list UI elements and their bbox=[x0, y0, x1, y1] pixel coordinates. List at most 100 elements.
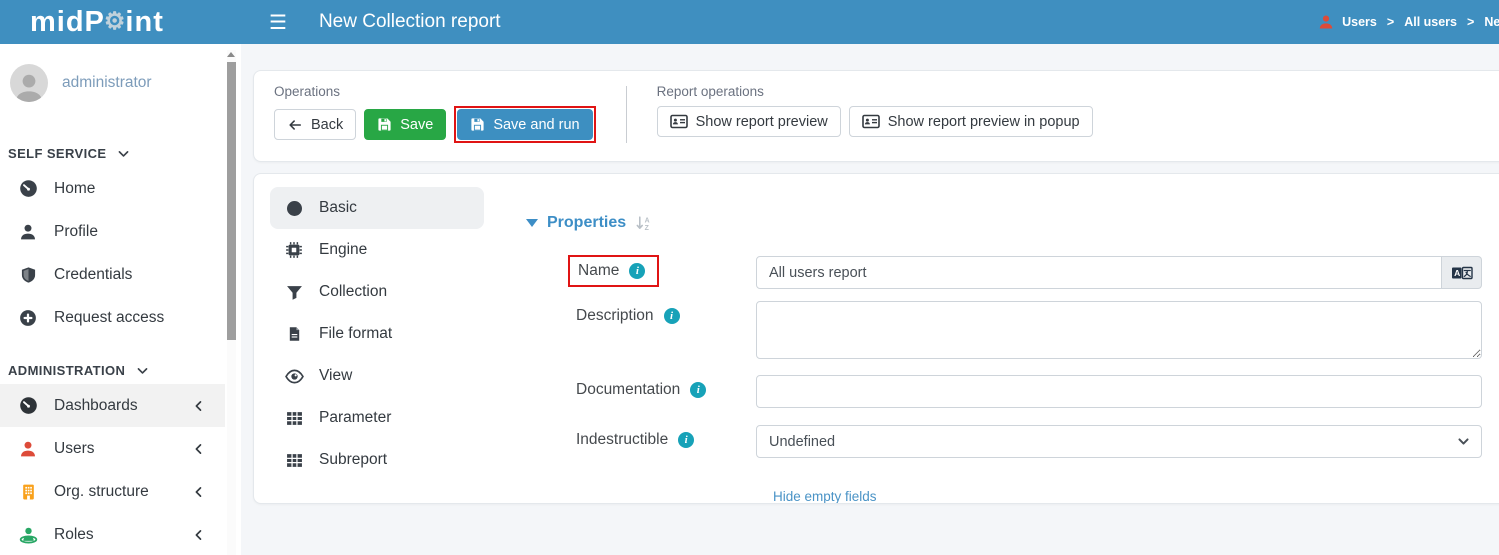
save-and-run-highlight: Save and run bbox=[454, 106, 595, 143]
save-button-label: Save bbox=[400, 117, 433, 133]
caret-down-icon[interactable] bbox=[526, 219, 538, 227]
breadcrumb-item-users[interactable]: Users bbox=[1342, 15, 1377, 29]
breadcrumb-item-current: New Collec bbox=[1484, 15, 1499, 29]
documentation-input[interactable] bbox=[756, 375, 1482, 408]
sidebar-item-dashboards[interactable]: Dashboards bbox=[0, 384, 225, 427]
logo-text-post: int bbox=[125, 6, 163, 39]
microchip-icon bbox=[284, 240, 304, 260]
sidebar-item-label: Org. structure bbox=[54, 483, 149, 501]
section-administration[interactable]: ADMINISTRATION bbox=[8, 363, 241, 378]
report-operations-group: Report operations Show report preview Sh… bbox=[657, 84, 1093, 143]
editor-tabs: Basic Engine Collection File format bbox=[254, 174, 494, 503]
filter-icon bbox=[284, 282, 304, 302]
sidebar-scrollbar-up-arrow[interactable] bbox=[227, 52, 235, 57]
chevron-down-icon bbox=[135, 364, 149, 378]
section-label-text: ADMINISTRATION bbox=[8, 363, 125, 378]
info-icon[interactable]: i bbox=[678, 432, 694, 448]
language-button[interactable]: A bbox=[1442, 256, 1482, 289]
chevron-left-icon bbox=[189, 482, 209, 502]
language-icon: A bbox=[1451, 265, 1473, 281]
sidebar: administrator SELF SERVICE Home Profile … bbox=[0, 44, 241, 555]
tab-label: Parameter bbox=[319, 409, 391, 427]
operations-panel: Operations Back Save bbox=[253, 70, 1499, 162]
username-label: administrator bbox=[62, 74, 152, 92]
tab-subreport[interactable]: Subreport bbox=[270, 439, 484, 481]
properties-header: Properties AZ bbox=[526, 214, 1482, 232]
user-panel[interactable]: administrator bbox=[0, 44, 241, 122]
tab-label: File format bbox=[319, 325, 392, 343]
sidebar-item-credentials[interactable]: Credentials bbox=[0, 253, 225, 296]
description-textarea[interactable] bbox=[756, 301, 1482, 359]
tab-file-format[interactable]: File format bbox=[270, 313, 484, 355]
eye-icon bbox=[284, 366, 304, 386]
tab-collection[interactable]: Collection bbox=[270, 271, 484, 313]
show-report-preview-popup-label: Show report preview in popup bbox=[888, 114, 1080, 130]
user-icon bbox=[18, 439, 38, 459]
top-header-bar: midP⚙int ☰ New Collection report Users >… bbox=[0, 0, 1499, 44]
properties-title[interactable]: Properties bbox=[547, 214, 626, 232]
table-icon bbox=[284, 450, 304, 470]
chevron-left-icon bbox=[189, 525, 209, 545]
midpoint-logo[interactable]: midP⚙int bbox=[0, 6, 241, 39]
indestructible-field-label: Indestructible bbox=[576, 431, 668, 449]
sidebar-item-roles[interactable]: Roles bbox=[0, 513, 225, 555]
show-report-preview-button[interactable]: Show report preview bbox=[657, 106, 841, 137]
hamburger-menu-icon[interactable]: ☰ bbox=[269, 10, 287, 35]
chevron-left-icon bbox=[189, 396, 209, 416]
building-icon bbox=[18, 482, 38, 502]
sidebar-item-label: Home bbox=[54, 180, 95, 198]
avatar bbox=[10, 64, 48, 102]
field-row-name: Name i A bbox=[526, 256, 1482, 289]
administration-menu: Dashboards Users Org. structure bbox=[0, 384, 225, 555]
sidebar-item-label: Request access bbox=[54, 309, 164, 327]
sidebar-item-org-structure[interactable]: Org. structure bbox=[0, 470, 225, 513]
section-label-text: SELF SERVICE bbox=[8, 146, 106, 161]
tab-label: View bbox=[319, 367, 352, 385]
sidebar-item-label: Credentials bbox=[54, 266, 132, 284]
operations-label: Operations bbox=[274, 84, 596, 99]
toolbar-divider bbox=[626, 86, 627, 143]
field-row-documentation: Documentation i bbox=[526, 375, 1482, 408]
hide-empty-fields-link[interactable]: Hide empty fields bbox=[773, 489, 877, 504]
file-icon bbox=[284, 324, 304, 344]
tab-engine[interactable]: Engine bbox=[270, 229, 484, 271]
info-icon[interactable]: i bbox=[690, 382, 706, 398]
sidebar-item-label: Users bbox=[54, 440, 94, 458]
sidebar-item-profile[interactable]: Profile bbox=[0, 210, 225, 253]
tab-label: Basic bbox=[319, 199, 357, 217]
sidebar-item-label: Dashboards bbox=[54, 397, 138, 415]
field-row-indestructible: Indestructible i Undefined bbox=[526, 425, 1482, 458]
report-operations-label: Report operations bbox=[657, 84, 1093, 99]
info-icon[interactable]: i bbox=[664, 308, 680, 324]
sort-alpha-icon[interactable]: AZ bbox=[635, 215, 652, 232]
floppy-icon bbox=[470, 117, 485, 132]
id-card-icon bbox=[862, 114, 880, 129]
tab-parameter[interactable]: Parameter bbox=[270, 397, 484, 439]
user-red-icon bbox=[1318, 14, 1334, 30]
back-button[interactable]: Back bbox=[274, 109, 356, 140]
tab-basic[interactable]: Basic bbox=[270, 187, 484, 229]
save-and-run-button[interactable]: Save and run bbox=[457, 109, 592, 140]
breadcrumb-item-all-users[interactable]: All users bbox=[1404, 15, 1457, 29]
section-self-service[interactable]: SELF SERVICE bbox=[8, 146, 241, 161]
role-icon bbox=[18, 525, 38, 545]
sidebar-scrollbar-thumb[interactable] bbox=[227, 62, 236, 340]
sidebar-item-request-access[interactable]: Request access bbox=[0, 296, 225, 339]
report-editor-panel: Basic Engine Collection File format bbox=[253, 173, 1499, 504]
breadcrumb-separator: > bbox=[1467, 15, 1474, 29]
tab-label: Subreport bbox=[319, 451, 387, 469]
indestructible-select[interactable]: Undefined bbox=[756, 425, 1482, 458]
logo-text-pre: midP bbox=[30, 6, 105, 39]
sidebar-item-label: Profile bbox=[54, 223, 98, 241]
chevron-left-icon bbox=[189, 439, 209, 459]
info-icon[interactable]: i bbox=[629, 263, 645, 279]
page-title: New Collection report bbox=[319, 11, 501, 33]
tab-view[interactable]: View bbox=[270, 355, 484, 397]
gauge-icon bbox=[18, 179, 38, 199]
tab-label: Engine bbox=[319, 241, 367, 259]
sidebar-item-home[interactable]: Home bbox=[0, 167, 225, 210]
name-input[interactable] bbox=[756, 256, 1442, 289]
save-button[interactable]: Save bbox=[364, 109, 446, 140]
show-report-preview-popup-button[interactable]: Show report preview in popup bbox=[849, 106, 1093, 137]
sidebar-item-users[interactable]: Users bbox=[0, 427, 225, 470]
